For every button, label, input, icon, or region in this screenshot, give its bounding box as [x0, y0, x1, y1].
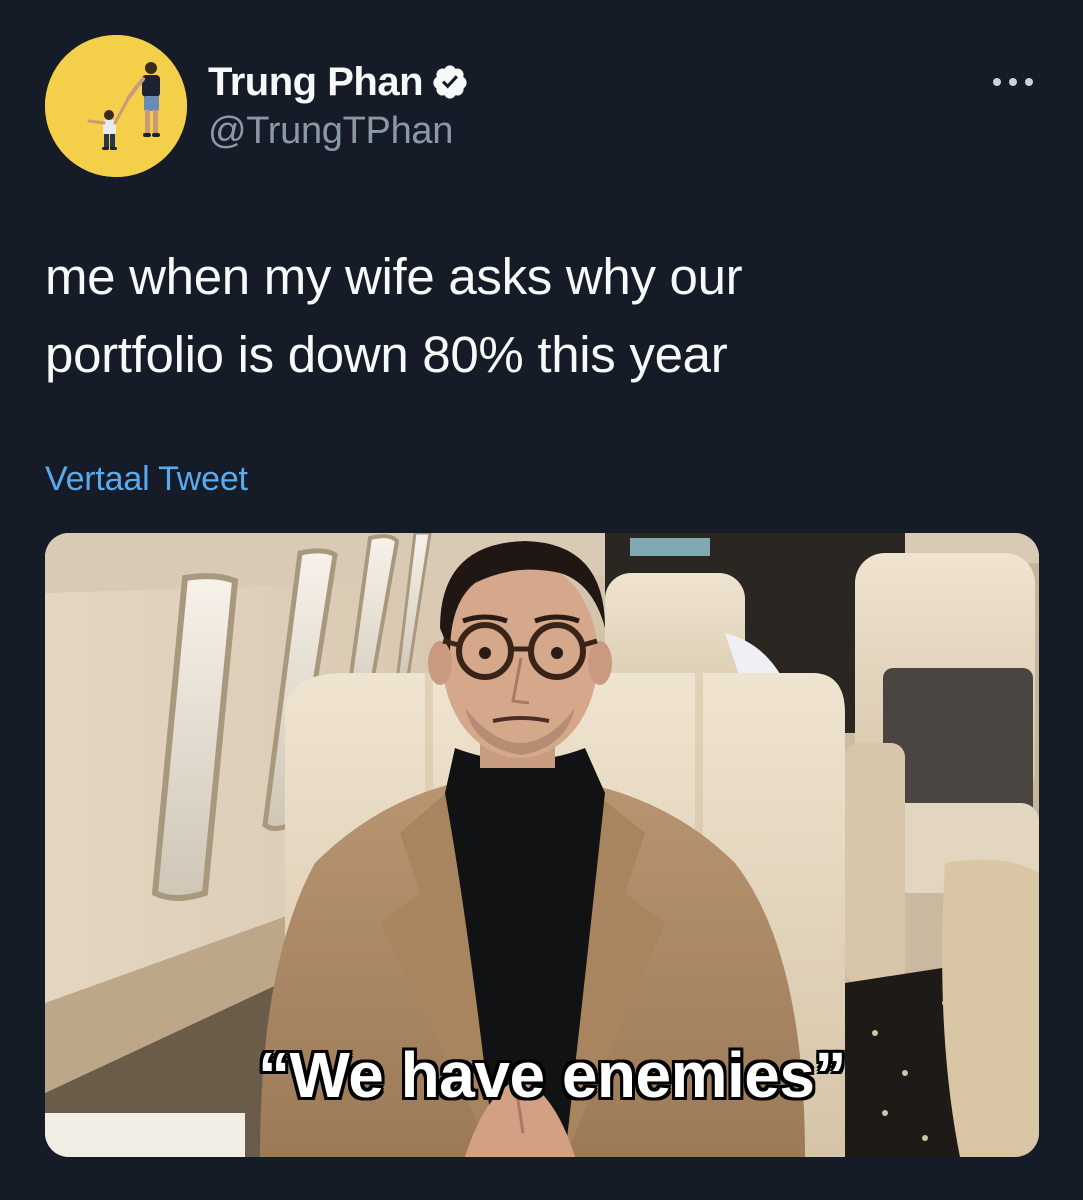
- author-name-row[interactable]: Trung Phan: [208, 57, 469, 107]
- avatar-father-and-child-icon: [45, 35, 187, 177]
- tweet-text: me when my wife asks why our portfolio i…: [45, 238, 1035, 394]
- author-display-name[interactable]: Trung Phan: [208, 60, 424, 105]
- more-options-icon: [993, 78, 1033, 86]
- tweet-card: Trung Phan @TrungTPhan me when my wife a…: [0, 0, 1083, 1200]
- verified-badge-icon: [431, 63, 469, 101]
- translate-tweet-link[interactable]: Vertaal Tweet: [45, 460, 248, 499]
- author-avatar[interactable]: [45, 35, 187, 177]
- more-options-button[interactable]: [983, 60, 1043, 104]
- author-handle[interactable]: @TrungTPhan: [208, 110, 453, 153]
- tweet-media-image[interactable]: “We have enemies”: [45, 533, 1039, 1157]
- tweet-text-line: portfolio is down 80% this year: [45, 326, 728, 383]
- meme-caption: “We have enemies”: [258, 1039, 846, 1111]
- tweet-text-line: me when my wife asks why our: [45, 248, 743, 305]
